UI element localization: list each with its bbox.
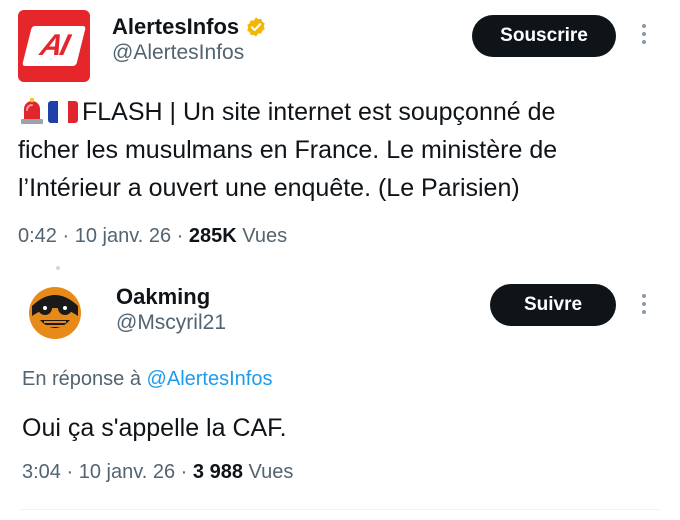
more-options-icon[interactable]	[641, 24, 647, 44]
main-tweet-meta: 0:42 · 10 janv. 26 · 285K Vues	[18, 225, 288, 247]
reply-meta: 3:04 · 10 janv. 26 · 3 988 Vues	[22, 461, 294, 483]
reply-views-label: Vues	[248, 461, 294, 483]
reply-author-block: Oakming @Mscyril21	[116, 284, 226, 336]
reply-context: En réponse à @AlertesInfos	[22, 368, 272, 391]
reply-date[interactable]: 10 janv. 26	[79, 461, 175, 483]
logo-text: AI	[37, 29, 72, 62]
oakming-avatar[interactable]	[20, 276, 90, 346]
reply-mention-link[interactable]: @AlertesInfos	[147, 368, 273, 390]
reply-views-count: 3 988	[192, 461, 243, 483]
main-author-name[interactable]: AlertesInfos	[112, 14, 239, 40]
reply-author-handle[interactable]: @Mscyril21	[116, 310, 226, 336]
verified-badge-icon	[247, 17, 265, 37]
tweet-date[interactable]: 10 janv. 26	[75, 225, 171, 247]
tweet-text-line-1: FLASH | Un site internet est soupçonné d…	[82, 98, 556, 126]
subscribe-button[interactable]: Souscrire	[472, 15, 616, 57]
main-author-block: AlertesInfos @AlertesInfos	[112, 14, 267, 66]
divider	[20, 509, 660, 510]
thread-connector	[56, 266, 60, 270]
alertesinfos-logo: AI	[22, 26, 86, 66]
follow-button[interactable]: Suivre	[490, 284, 616, 326]
tweet-text-line-3: l’Intérieur a ouvert une enquête. (Le Pa…	[18, 174, 520, 202]
reply-author-name[interactable]: Oakming	[116, 284, 226, 310]
reply-prefix: En réponse à	[22, 368, 141, 390]
tweet-text-line-2: ficher les musulmans en France. Le minis…	[18, 136, 558, 164]
alertesinfos-avatar[interactable]: AI	[18, 10, 90, 82]
reply-more-options-icon[interactable]	[641, 294, 647, 314]
main-tweet-text: FLASH | Un site internet est soupçonné d…	[18, 93, 668, 207]
main-author-handle[interactable]: @AlertesInfos	[112, 40, 267, 66]
views-label: Vues	[242, 225, 288, 247]
flag-france-icon	[48, 101, 78, 123]
oakming-avatar-image	[20, 276, 90, 346]
reply-time[interactable]: 3:04	[22, 461, 61, 483]
reply-text: Oui ça s'appelle la CAF.	[22, 414, 287, 442]
tweet-time[interactable]: 0:42	[18, 225, 57, 247]
police-light-icon	[21, 98, 43, 124]
views-count: 285K	[188, 225, 237, 247]
